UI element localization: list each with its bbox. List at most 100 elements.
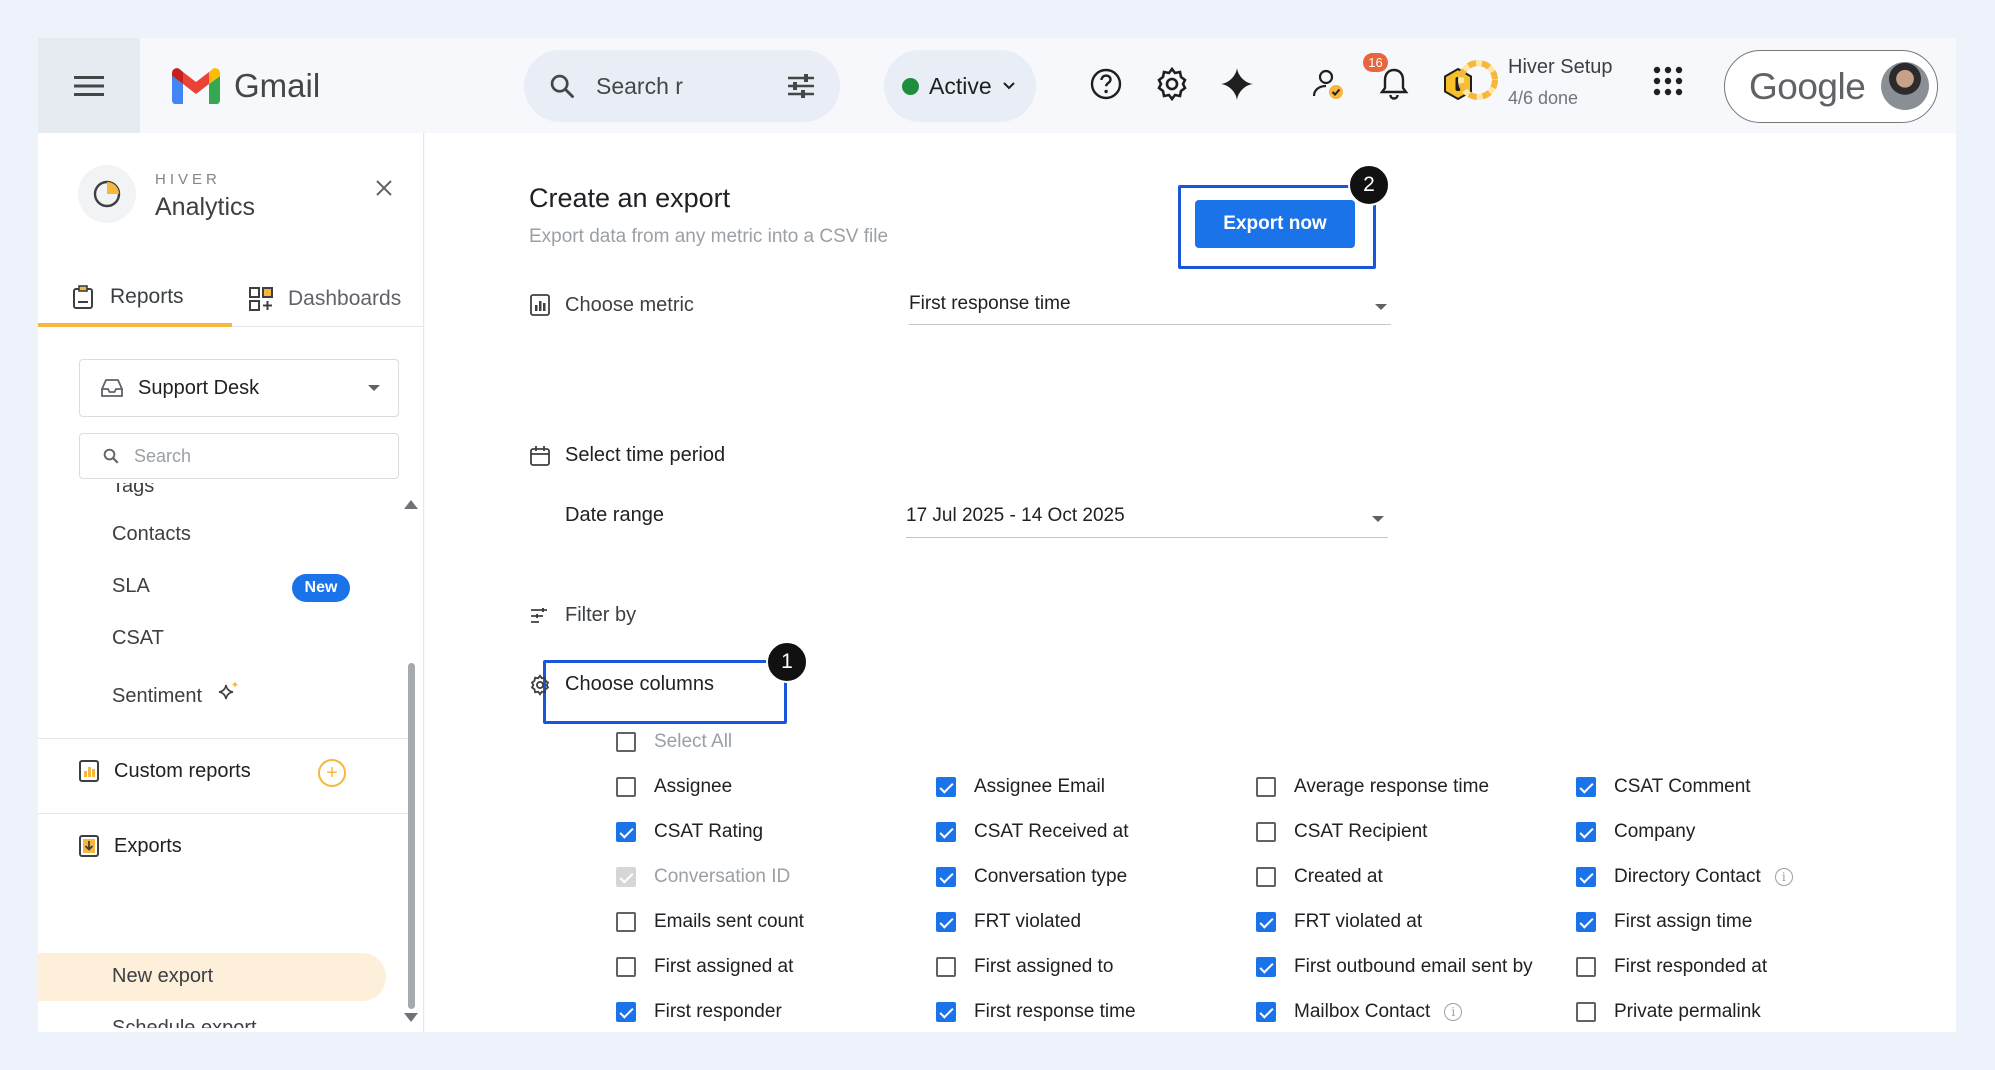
mailbox-select[interactable]: Support Desk xyxy=(79,359,399,417)
column-option[interactable]: First outbound email sent by xyxy=(1256,956,1533,978)
settings-gear-icon[interactable] xyxy=(1152,64,1192,104)
sidebar-item-custom-reports[interactable]: Custom reports xyxy=(78,759,251,783)
export-now-button[interactable]: Export now xyxy=(1195,200,1355,248)
choose-columns-label: Choose columns xyxy=(529,673,714,696)
column-option[interactable]: First assigned to xyxy=(936,956,1113,978)
checkbox-checked[interactable] xyxy=(1576,822,1596,842)
avatar xyxy=(1881,62,1929,110)
sidebar-item-sentiment[interactable]: Sentiment xyxy=(112,679,242,708)
brand-label: HIVER xyxy=(155,171,221,188)
search-options-icon[interactable] xyxy=(786,72,816,100)
checkbox[interactable] xyxy=(616,732,636,752)
column-option[interactable]: CSAT Received at xyxy=(936,821,1129,843)
checkbox[interactable] xyxy=(1256,822,1276,842)
sidebar-scrollbar-thumb[interactable] xyxy=(408,663,415,1009)
checkbox[interactable] xyxy=(616,957,636,977)
checkbox[interactable] xyxy=(1256,777,1276,797)
checkbox[interactable] xyxy=(1576,957,1596,977)
checkbox[interactable] xyxy=(1576,1002,1596,1022)
checkbox-checked[interactable] xyxy=(936,867,956,887)
column-option[interactable]: Private permalink xyxy=(1576,1001,1761,1023)
column-option[interactable]: Assignee xyxy=(616,776,732,798)
google-account-button[interactable]: Google xyxy=(1724,50,1938,123)
column-option[interactable]: First response time xyxy=(936,1001,1136,1023)
checkbox[interactable] xyxy=(1256,867,1276,887)
search-icon xyxy=(103,448,119,464)
column-option[interactable]: CSAT Recipient xyxy=(1256,821,1427,843)
sidebar-item-exports[interactable]: Exports xyxy=(78,834,182,858)
main-menu-button[interactable] xyxy=(38,38,140,133)
sidebar-item-new-export-label: New export xyxy=(112,965,214,987)
sidebar-item-tags[interactable]: Tags xyxy=(112,483,154,498)
add-custom-report-button[interactable]: + xyxy=(318,759,346,787)
checkbox-checked[interactable] xyxy=(936,822,956,842)
exports-label: Exports xyxy=(114,834,182,857)
sidebar-search-input[interactable]: Search xyxy=(79,433,399,479)
column-option[interactable]: First responded at xyxy=(1576,956,1767,978)
date-range-dropdown[interactable]: 17 Jul 2025 - 14 Oct 2025 xyxy=(906,505,1388,538)
checkbox-checked[interactable] xyxy=(936,1002,956,1022)
column-option[interactable]: Created at xyxy=(1256,866,1383,888)
scroll-up-arrow-icon[interactable] xyxy=(404,500,418,509)
checkbox-checked[interactable] xyxy=(1256,957,1276,977)
select-all-checkbox[interactable]: Select All xyxy=(616,731,732,753)
column-option[interactable]: First responder xyxy=(616,1001,782,1023)
gmail-logo[interactable]: Gmail xyxy=(172,66,320,106)
gemini-sparkle-icon[interactable] xyxy=(1217,64,1257,104)
close-icon[interactable] xyxy=(375,173,393,204)
checkbox-checked[interactable] xyxy=(1256,1002,1276,1022)
tab-dashboards[interactable]: Dashboards xyxy=(248,271,401,327)
search-bar[interactable]: Search r xyxy=(524,50,840,122)
filter-by-text: Filter by xyxy=(565,604,637,626)
checkbox-checked[interactable] xyxy=(616,822,636,842)
column-option[interactable]: Mailbox Contact i xyxy=(1256,1001,1463,1023)
checkbox-checked[interactable] xyxy=(1256,912,1276,932)
column-option[interactable]: Average response time xyxy=(1256,776,1489,798)
filter-by-label[interactable]: Filter by xyxy=(529,604,636,627)
sidebar-item-csat[interactable]: CSAT xyxy=(112,627,164,650)
info-icon[interactable]: i xyxy=(1444,1003,1463,1021)
column-option-label: First outbound email sent by xyxy=(1294,956,1533,977)
column-option[interactable]: First assigned at xyxy=(616,956,793,978)
checkbox[interactable] xyxy=(936,957,956,977)
scroll-down-arrow-icon[interactable] xyxy=(404,1013,418,1022)
checkbox-checked[interactable] xyxy=(1576,867,1596,887)
sidebar-item-contacts[interactable]: Contacts xyxy=(112,523,191,546)
checkbox-checked[interactable] xyxy=(936,912,956,932)
column-option[interactable]: Directory Contact i xyxy=(1576,866,1793,888)
checkbox[interactable] xyxy=(616,912,636,932)
brand-title: Analytics xyxy=(155,193,256,221)
tab-reports[interactable]: Reports xyxy=(38,271,232,327)
metric-dropdown[interactable]: First response time xyxy=(909,293,1391,325)
column-option[interactable]: CSAT Rating xyxy=(616,821,763,843)
help-icon[interactable] xyxy=(1086,64,1126,104)
google-wordmark: Google xyxy=(1749,65,1866,107)
checkbox-checked[interactable] xyxy=(616,1002,636,1022)
checkbox-checked[interactable] xyxy=(1576,777,1596,797)
column-option[interactable]: Conversation type xyxy=(936,866,1127,888)
column-option[interactable]: FRT violated xyxy=(936,911,1081,933)
notification-count-badge: 16 xyxy=(1363,53,1388,72)
status-dropdown[interactable]: Active xyxy=(884,50,1036,122)
choose-metric-text: Choose metric xyxy=(565,293,694,316)
column-option[interactable]: Assignee Email xyxy=(936,776,1105,798)
sidebar-item-sla[interactable]: SLA xyxy=(112,575,150,598)
column-option[interactable]: CSAT Comment xyxy=(1576,776,1751,798)
column-option-label: First assigned at xyxy=(654,956,794,977)
column-option[interactable]: Company xyxy=(1576,821,1695,843)
column-option-label: Created at xyxy=(1294,866,1383,887)
checkbox[interactable] xyxy=(616,777,636,797)
contact-status-icon[interactable] xyxy=(1309,64,1349,104)
column-option[interactable]: First assign time xyxy=(1576,911,1752,933)
info-icon[interactable]: i xyxy=(1774,868,1793,886)
filter-icon xyxy=(531,607,547,623)
search-input[interactable]: Search r xyxy=(596,73,786,100)
checkbox-checked[interactable] xyxy=(936,777,956,797)
column-option[interactable]: FRT violated at xyxy=(1256,911,1422,933)
checkbox-checked[interactable] xyxy=(1576,912,1596,932)
google-apps-grid-icon[interactable] xyxy=(1653,66,1683,101)
column-option[interactable]: Emails sent count xyxy=(616,911,804,933)
sidebar-item-schedule-export[interactable]: Schedule export xyxy=(112,1017,257,1028)
column-option-label: First assigned to xyxy=(974,956,1114,977)
column-option-label: First response time xyxy=(974,1001,1136,1022)
